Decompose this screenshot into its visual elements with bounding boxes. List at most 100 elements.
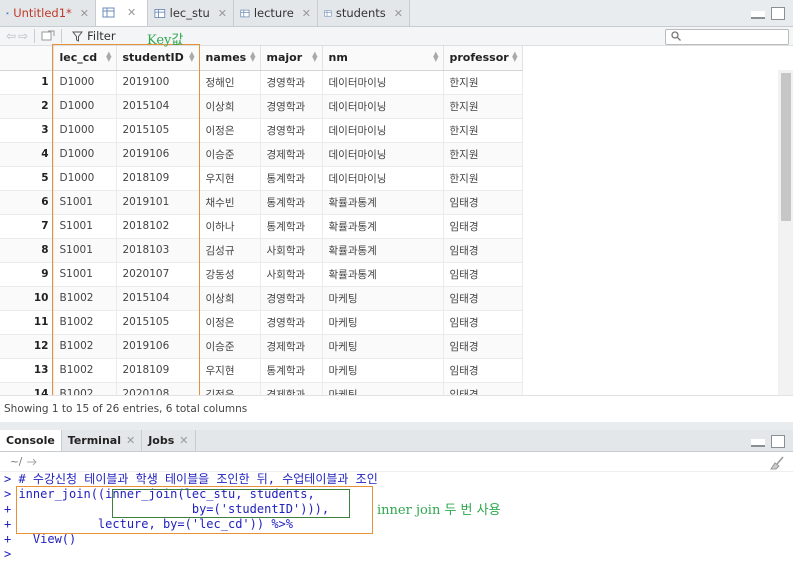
- console-line: > # 수강신청 테이블과 학생 테이블을 조인한 뒤, 수업테이블과 조인: [4, 472, 378, 486]
- search-input[interactable]: [665, 29, 789, 45]
- table-cell: 한지원: [443, 166, 523, 191]
- data-viewer-toolbar: ⇦ ⇨ Filter: [0, 27, 793, 46]
- close-icon[interactable]: ✕: [218, 7, 227, 20]
- row-number: 3: [0, 118, 54, 143]
- table-cell: 경영학과: [260, 286, 323, 311]
- console-tab-bar: Console Terminal ✕ Jobs ✕: [0, 430, 793, 452]
- column-header[interactable]: major ▲ ▼: [260, 46, 323, 71]
- tab-lec-stu[interactable]: lec_stu ✕: [148, 0, 234, 26]
- toolbar-divider: [34, 29, 36, 43]
- table-cell: 마케팅: [322, 358, 444, 383]
- close-icon[interactable]: ✕: [302, 7, 311, 20]
- tab-lecture[interactable]: lecture ✕: [234, 0, 318, 26]
- table-cell: 데이터마이닝: [322, 166, 444, 191]
- table-cell: 데이터마이닝: [322, 142, 444, 167]
- tab-data-view[interactable]: ✕: [96, 0, 148, 26]
- filter-label: Filter: [87, 29, 116, 43]
- table-cell: 정해인: [199, 70, 261, 95]
- minimize-pane-button[interactable]: [751, 439, 765, 447]
- inner-join-highlight-box: [112, 489, 350, 518]
- table-cell: 2015104: [116, 286, 200, 311]
- table-cell: 경제학과: [260, 382, 323, 395]
- table-row: 10 B1002 2015104 이상희 경영학과 마케팅 임태경: [0, 286, 523, 311]
- row-number: 7: [0, 214, 54, 239]
- table-cell: 이승준: [199, 334, 261, 359]
- table-row: 11 B1002 2015105 이정은 경영학과 마케팅 임태경: [0, 310, 523, 335]
- sort-icon: ▲ ▼: [250, 50, 256, 63]
- data-grid: lec_cd ▲ ▼ studentID ▲ ▼ names ▲ ▼ major ▲ ▼ nm ▲…: [0, 46, 793, 395]
- clear-console-icon[interactable]: [769, 456, 785, 470]
- tab-untitled1[interactable]: Untitled1* ✕: [0, 0, 96, 26]
- filter-button[interactable]: Filter: [72, 29, 116, 43]
- minimize-pane-button[interactable]: [751, 11, 765, 19]
- table-cell: 통계학과: [260, 358, 323, 383]
- column-header[interactable]: lec_cd ▲ ▼: [53, 46, 117, 71]
- table-cell: 임태경: [443, 214, 523, 239]
- table-cell: 경영학과: [260, 118, 323, 143]
- vertical-scrollbar[interactable]: [778, 70, 793, 395]
- tab-jobs[interactable]: Jobs ✕: [142, 430, 196, 451]
- filter-icon: [72, 31, 84, 42]
- maximize-pane-button[interactable]: [771, 435, 785, 448]
- tab-terminal[interactable]: Terminal ✕: [62, 430, 143, 451]
- r-script-icon: [6, 11, 9, 15]
- close-icon[interactable]: ✕: [394, 7, 403, 20]
- close-icon[interactable]: ✕: [126, 434, 135, 447]
- goto-directory-icon[interactable]: [26, 457, 38, 467]
- table-cell: S1001: [53, 214, 117, 239]
- table-cell: 마케팅: [322, 286, 444, 311]
- table-icon: [324, 9, 332, 17]
- table-cell: 강동성: [199, 262, 261, 287]
- key-annotation: Key값: [147, 33, 184, 48]
- table-cell: 한지원: [443, 118, 523, 143]
- sort-icon: ▲ ▼: [189, 50, 195, 63]
- table-cell: 이정은: [199, 118, 261, 143]
- column-header[interactable]: nm ▲ ▼: [322, 46, 444, 71]
- pane-controls: [751, 7, 785, 20]
- table-cell: 이승준: [199, 142, 261, 167]
- popout-icon[interactable]: [41, 30, 55, 42]
- row-number: 10: [0, 286, 54, 311]
- column-header[interactable]: professor ▲ ▼: [443, 46, 523, 71]
- column-header[interactable]: names ▲ ▼: [199, 46, 261, 71]
- scrollbar-thumb[interactable]: [781, 73, 791, 221]
- table-row: 9 S1001 2020107 강동성 사회학과 확률과통계 임태경: [0, 262, 523, 287]
- row-number: 9: [0, 262, 54, 287]
- table-cell: 사회학과: [260, 262, 323, 287]
- table-cell: 2020107: [116, 262, 200, 287]
- close-icon[interactable]: ✕: [127, 6, 136, 19]
- table-row: 13 B1002 2018109 우지현 통계학과 마케팅 임태경: [0, 358, 523, 383]
- tab-console[interactable]: Console: [0, 430, 62, 451]
- table-cell: D1000: [53, 94, 117, 119]
- table-cell: 마케팅: [322, 334, 444, 359]
- table-cell: 임태경: [443, 382, 523, 395]
- row-number: 13: [0, 358, 54, 383]
- table-cell: 우지현: [199, 358, 261, 383]
- forward-arrow-icon[interactable]: ⇨: [18, 29, 28, 43]
- table-cell: 임태경: [443, 262, 523, 287]
- table-cell: 임태경: [443, 190, 523, 215]
- column-header[interactable]: studentID ▲ ▼: [116, 46, 200, 71]
- row-number: 14: [0, 382, 54, 395]
- table-row: 2 D1000 2015104 이상희 경영학과 데이터마이닝 한지원: [0, 94, 523, 119]
- row-number: 2: [0, 94, 54, 119]
- table-cell: 통계학과: [260, 166, 323, 191]
- table-cell: 임태경: [443, 286, 523, 311]
- tab-students[interactable]: students ✕: [318, 0, 410, 26]
- close-icon[interactable]: ✕: [80, 7, 89, 20]
- back-arrow-icon[interactable]: ⇦: [6, 29, 16, 43]
- table-row: 8 S1001 2018103 김성규 사회학과 확률과통계 임태경: [0, 238, 523, 263]
- row-number: 6: [0, 190, 54, 215]
- close-icon[interactable]: ✕: [179, 434, 188, 447]
- table-cell: B1002: [53, 334, 117, 359]
- table-cell: 김성규: [199, 238, 261, 263]
- sort-icon: ▲ ▼: [512, 50, 518, 63]
- table-cell: 이정은: [199, 310, 261, 335]
- pane-splitter[interactable]: [0, 422, 793, 430]
- maximize-pane-button[interactable]: [771, 7, 785, 20]
- table-cell: 2019101: [116, 190, 200, 215]
- tab-label: lec_stu: [169, 6, 210, 20]
- table-cell: 경영학과: [260, 70, 323, 95]
- table-row: 5 D1000 2018109 우지현 통계학과 데이터마이닝 한지원: [0, 166, 523, 191]
- table-cell: 2018102: [116, 214, 200, 239]
